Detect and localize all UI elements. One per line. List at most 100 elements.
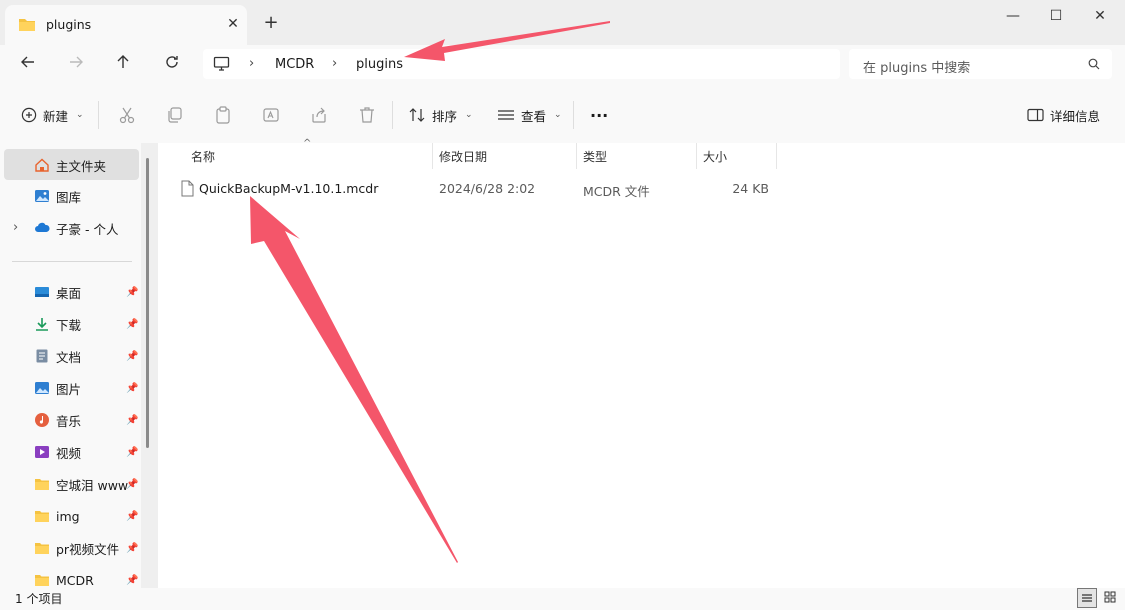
gallery-icon (35, 190, 49, 202)
new-button[interactable]: 新建 ⌄ (21, 105, 84, 125)
details-view-button[interactable] (1077, 588, 1097, 608)
search-input[interactable]: 在 plugins 中搜索 (849, 49, 1112, 79)
tab-title: plugins (46, 17, 92, 32)
this-pc-icon[interactable] (213, 56, 230, 72)
chevron-right-icon[interactable]: › (332, 56, 337, 71)
column-divider[interactable] (576, 143, 577, 169)
table-row[interactable]: QuickBackupM-v1.10.1.mcdr 2024/6/28 2:02… (178, 179, 778, 201)
sidebar-item-label: 下载 (56, 317, 82, 333)
sidebar-item-folder-kongchenglei[interactable]: 空城泪 www (34, 473, 128, 495)
forward-button[interactable] (63, 53, 89, 79)
sidebar-item-desktop[interactable]: 桌面 (34, 281, 81, 303)
arrow-left-icon (21, 56, 34, 68)
pin-icon[interactable]: 📌 (126, 447, 138, 458)
rename-icon[interactable] (261, 105, 281, 125)
details-pane-button[interactable]: 详细信息 (1027, 105, 1100, 125)
documents-icon (36, 349, 48, 363)
sort-icon (409, 108, 425, 122)
search-icon (1088, 58, 1100, 70)
sidebar-item-label: 音乐 (56, 413, 82, 429)
column-header-type[interactable]: 类型 (583, 148, 607, 165)
breadcrumb-mcdr[interactable]: MCDR (275, 57, 314, 72)
status-bar: 1 个项目 (0, 588, 1125, 610)
download-icon (36, 318, 48, 331)
file-size: 24 KB (732, 181, 769, 196)
pin-icon[interactable]: 📌 (126, 479, 138, 490)
minimize-button[interactable]: — (991, 6, 1035, 28)
sidebar-item-gallery[interactable]: 图库 (34, 185, 81, 207)
navigation-bar: › MCDR › plugins 在 plugins 中搜索 (0, 45, 1125, 85)
address-bar[interactable]: › MCDR › plugins (203, 49, 840, 79)
column-divider[interactable] (696, 143, 697, 169)
chevron-right-icon[interactable]: › (13, 220, 18, 235)
sidebar-item-folder-img[interactable]: img (34, 505, 80, 527)
new-label: 新建 (43, 108, 69, 124)
grid-view-icon (1104, 591, 1116, 603)
breadcrumb-plugins[interactable]: plugins (356, 57, 403, 72)
title-bar: plugins ✕ + — ☐ ✕ (0, 0, 1125, 45)
copy-icon[interactable] (165, 105, 185, 125)
close-window-button[interactable]: ✕ (1078, 6, 1122, 28)
sidebar-item-pictures[interactable]: 图片 (34, 377, 81, 399)
tab-plugins[interactable]: plugins ✕ (5, 5, 247, 45)
pin-icon[interactable]: 📌 (126, 511, 138, 522)
item-count: 1 个项目 (15, 592, 63, 606)
pin-icon[interactable]: 📌 (126, 415, 138, 426)
file-list: ^ 名称 修改日期 类型 大小 QuickBackupM-v1.10.1.mcd… (158, 138, 1125, 588)
sidebar-item-documents[interactable]: 文档 (34, 345, 81, 367)
pin-icon[interactable]: 📌 (126, 351, 138, 362)
music-icon (35, 413, 49, 427)
share-icon[interactable] (309, 105, 329, 125)
maximize-button[interactable]: ☐ (1034, 6, 1078, 28)
column-divider[interactable] (432, 143, 433, 169)
folder-icon (35, 543, 49, 554)
cut-icon[interactable] (117, 105, 137, 125)
navigation-pane: 主文件夹 图库 › 子豪 - 个人 桌面 📌 下载 📌 文档 📌 图片 📌 音乐… (0, 143, 158, 588)
sidebar-item-label: MCDR (56, 572, 94, 588)
column-header-size[interactable]: 大小 (703, 148, 727, 165)
chevron-down-icon: ⌄ (465, 110, 473, 120)
pin-icon[interactable]: 📌 (126, 287, 138, 298)
sort-button[interactable]: 排序 ⌄ (408, 105, 473, 125)
sidebar-item-videos[interactable]: 视频 (34, 441, 81, 463)
delete-icon[interactable] (357, 105, 377, 125)
onedrive-cloud-icon (35, 222, 50, 232)
file-modified: 2024/6/28 2:02 (439, 181, 536, 196)
sidebar-item-label: 文档 (56, 349, 82, 365)
folder-icon (35, 511, 49, 522)
chevron-down-icon: ⌄ (76, 110, 84, 120)
back-button[interactable] (15, 53, 41, 79)
sidebar-item-home[interactable]: 主文件夹 (34, 154, 106, 176)
sidebar-item-label: 主文件夹 (56, 158, 107, 174)
new-tab-button[interactable]: + (260, 13, 282, 35)
pin-icon[interactable]: 📌 (126, 319, 138, 330)
column-header-name[interactable]: 名称 (191, 148, 215, 165)
sidebar-scrollbar-thumb[interactable] (146, 158, 149, 448)
refresh-button[interactable] (159, 53, 185, 79)
tiles-view-button[interactable] (1101, 588, 1121, 608)
view-button[interactable]: 查看 ⌄ (497, 105, 562, 125)
chevron-right-icon[interactable]: › (249, 56, 254, 71)
more-options-button[interactable]: ··· (590, 105, 608, 125)
column-header-modified[interactable]: 修改日期 (439, 148, 487, 165)
details-label: 详细信息 (1050, 108, 1101, 124)
column-divider[interactable] (776, 143, 777, 169)
folder-icon (35, 479, 49, 490)
toolbar-divider (573, 101, 574, 129)
arrow-up-icon (117, 55, 129, 68)
pin-icon[interactable]: 📌 (126, 575, 138, 586)
view-list-icon (498, 110, 514, 120)
paste-icon[interactable] (213, 105, 233, 125)
toolbar-divider (392, 101, 393, 129)
sidebar-item-music[interactable]: 音乐 (34, 409, 81, 431)
toolbar-divider (98, 101, 99, 129)
tab-close-button[interactable]: ✕ (223, 14, 243, 34)
sidebar-item-onedrive[interactable]: 子豪 - 个人 (34, 217, 118, 239)
pin-icon[interactable]: 📌 (126, 543, 138, 554)
up-button[interactable] (110, 53, 136, 79)
sidebar-item-folder-pr[interactable]: pr视频文件 (34, 537, 119, 559)
sidebar-item-downloads[interactable]: 下载 (34, 313, 81, 335)
sidebar-scrollbar-track[interactable] (141, 143, 158, 588)
pin-icon[interactable]: 📌 (126, 383, 138, 394)
file-name[interactable]: QuickBackupM-v1.10.1.mcdr (199, 181, 378, 196)
